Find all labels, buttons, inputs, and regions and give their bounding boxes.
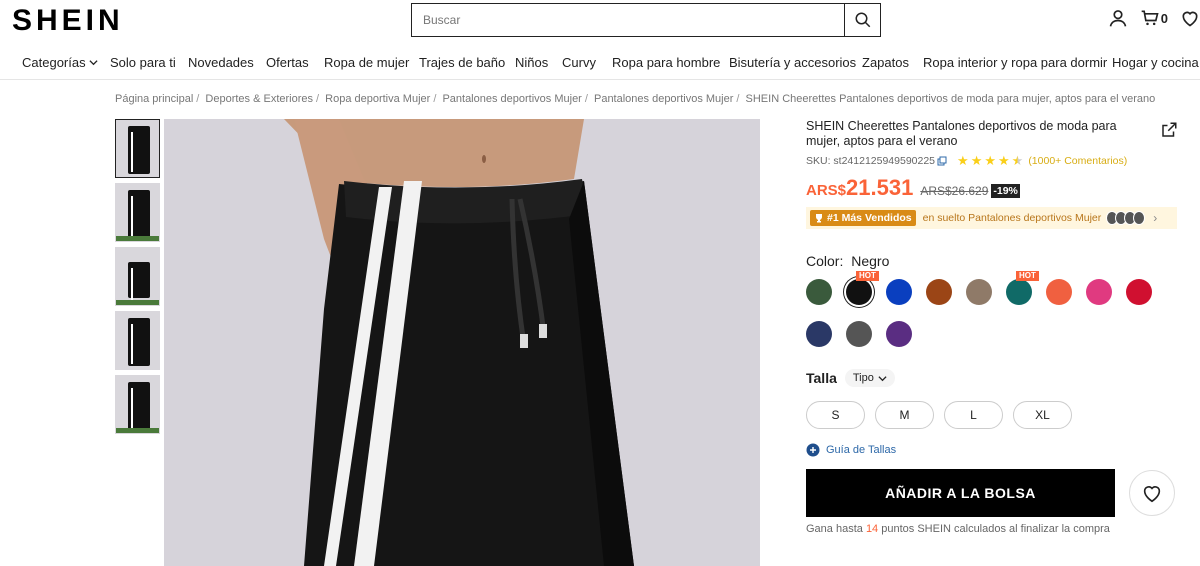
size-button-s[interactable]: S	[806, 401, 865, 429]
thumbnail-list	[115, 119, 160, 439]
nav-item-categorias[interactable]: Categorías	[22, 55, 98, 70]
shein-logo[interactable]: SHEIN	[12, 4, 124, 38]
best-seller-badge: #1 Más Vendidos	[810, 210, 916, 226]
nav-item[interactable]: Curvy	[562, 55, 596, 70]
original-price: ARS$26.629	[920, 184, 989, 198]
cart-count: 0	[1160, 10, 1168, 26]
trophy-icon	[816, 214, 822, 223]
nav-item[interactable]: Ofertas	[266, 55, 309, 70]
breadcrumb: Página principal / Deportes & Exteriores /…	[115, 93, 1156, 105]
thumbnail-image[interactable]	[115, 311, 160, 370]
nav-item[interactable]: Solo para ti	[110, 55, 176, 70]
share-icon	[1162, 122, 1177, 137]
color-swatch-navy[interactable]	[806, 321, 832, 347]
color-swatch-orange[interactable]	[1046, 279, 1072, 305]
breadcrumb-link[interactable]: Pantalones deportivos Mujer	[442, 93, 581, 105]
breadcrumb-link[interactable]: Página principal	[115, 93, 193, 105]
size-button-l[interactable]: L	[944, 401, 1003, 429]
breadcrumb-link[interactable]: Ropa deportiva Mujer	[325, 93, 430, 105]
user-icon[interactable]	[1108, 8, 1128, 28]
color-swatch-pink[interactable]	[1086, 279, 1112, 305]
search-button[interactable]	[844, 4, 880, 36]
thumbnail-image[interactable]	[115, 183, 160, 242]
discount-badge: -19%	[991, 184, 1020, 198]
share-button[interactable]	[1160, 121, 1178, 144]
color-swatches: HOT HOT	[806, 271, 1196, 363]
color-swatch-teal[interactable]: HOT	[1006, 271, 1039, 305]
best-seller-text: en suelto Pantalones deportivos Mujer	[922, 212, 1102, 224]
size-options: S M L XL	[806, 401, 1186, 429]
color-swatch-brown[interactable]	[926, 279, 952, 305]
nav-item[interactable]: Hogar y cocina	[1112, 55, 1199, 70]
star-icon: ★	[998, 153, 1010, 168]
color-swatch-purple[interactable]	[886, 321, 912, 347]
best-seller-bar[interactable]: #1 Más Vendidos en suelto Pantalones dep…	[806, 207, 1177, 229]
heart-icon	[1143, 486, 1161, 503]
thumbnail-image[interactable]	[115, 375, 160, 434]
color-label: Color: Negro	[806, 253, 890, 269]
size-type-dropdown[interactable]: Tipo	[844, 369, 895, 387]
nav-item[interactable]: Ropa interior y ropa para dormir	[923, 55, 1107, 70]
sku-text: SKU: st2412125949590225	[806, 155, 936, 167]
nav-item[interactable]: Trajes de baño	[419, 55, 505, 70]
header-icons: 0	[1108, 8, 1200, 28]
cart-icon	[1141, 10, 1159, 26]
size-row: Talla Tipo	[806, 369, 1186, 387]
color-swatch-gray[interactable]	[846, 321, 872, 347]
cart-button[interactable]: 0	[1140, 8, 1168, 28]
nav-item[interactable]: Ropa para hombre	[612, 55, 720, 70]
breadcrumb-link[interactable]: Deportes & Exteriores	[205, 93, 313, 105]
size-button-m[interactable]: M	[875, 401, 934, 429]
category-nav: Categorías Solo para ti Novedades Oferta…	[0, 52, 1200, 80]
points-info: Gana hasta 14 puntos SHEIN calculados al…	[806, 523, 1110, 535]
breadcrumb-current: SHEIN Cheerettes Pantalones deportivos d…	[745, 93, 1156, 105]
chevron-down-icon	[878, 375, 887, 381]
add-to-bag-row: AÑADIR A LA BOLSA	[806, 469, 1186, 517]
price-currency: ARS$	[806, 182, 847, 199]
chevron-down-icon	[89, 60, 98, 66]
search-bar	[411, 3, 881, 37]
chevron-right-icon: ›	[1153, 211, 1158, 225]
nav-item[interactable]: Ropa de mujer	[324, 55, 409, 70]
rating-stars: ★ ★ ★ ★ ★	[957, 153, 1023, 169]
selected-color: Negro	[851, 253, 890, 269]
size-button-xl[interactable]: XL	[1013, 401, 1072, 429]
search-input[interactable]	[412, 4, 844, 36]
copy-icon[interactable]	[937, 156, 947, 166]
star-icon: ★	[984, 153, 996, 168]
color-swatch-taupe[interactable]	[966, 279, 992, 305]
nav-item[interactable]: Niños	[515, 55, 548, 70]
nav-item[interactable]: Novedades	[188, 55, 254, 70]
nav-item[interactable]: Bisutería y accesorios	[729, 55, 856, 70]
thumbnail-image[interactable]	[115, 119, 160, 178]
price-value: 21.531	[846, 175, 914, 200]
ruler-icon	[806, 443, 820, 457]
price-row: ARS$ 21.531 ARS$26.629 -19%	[806, 175, 1186, 201]
main-product-image[interactable]	[164, 119, 760, 566]
size-label: Talla	[806, 370, 837, 386]
hot-badge: HOT	[1016, 271, 1039, 281]
thumbnail-image[interactable]	[115, 247, 160, 306]
reviews-link[interactable]: (1000+ Comentarios)	[1028, 155, 1127, 167]
wishlist-icon[interactable]	[1180, 8, 1200, 28]
nav-item[interactable]: Zapatos	[862, 55, 909, 70]
color-swatch-blue[interactable]	[886, 279, 912, 305]
half-star-icon: ★	[1011, 153, 1024, 168]
product-photo	[164, 119, 760, 566]
breadcrumb-link[interactable]: Pantalones deportivos Mujer	[594, 93, 733, 105]
sku-row: SKU: st2412125949590225 ★ ★ ★ ★ ★ (1000+…	[806, 153, 1186, 169]
color-swatch-red[interactable]	[1126, 279, 1152, 305]
wishlist-button[interactable]	[1129, 470, 1175, 516]
product-info-panel: SHEIN Cheerettes Pantalones deportivos d…	[806, 119, 1186, 535]
search-icon	[855, 12, 870, 28]
product-title: SHEIN Cheerettes Pantalones deportivos d…	[806, 119, 1117, 148]
hot-badge: HOT	[856, 271, 879, 281]
star-icon: ★	[957, 153, 969, 168]
best-seller-thumbs	[1106, 211, 1146, 225]
size-guide-link[interactable]: Guía de Tallas	[806, 443, 1186, 457]
add-to-bag-button[interactable]: AÑADIR A LA BOLSA	[806, 469, 1115, 517]
color-swatch-green[interactable]	[806, 279, 832, 305]
star-icon: ★	[970, 153, 983, 168]
color-swatch-black[interactable]: HOT	[846, 271, 879, 305]
